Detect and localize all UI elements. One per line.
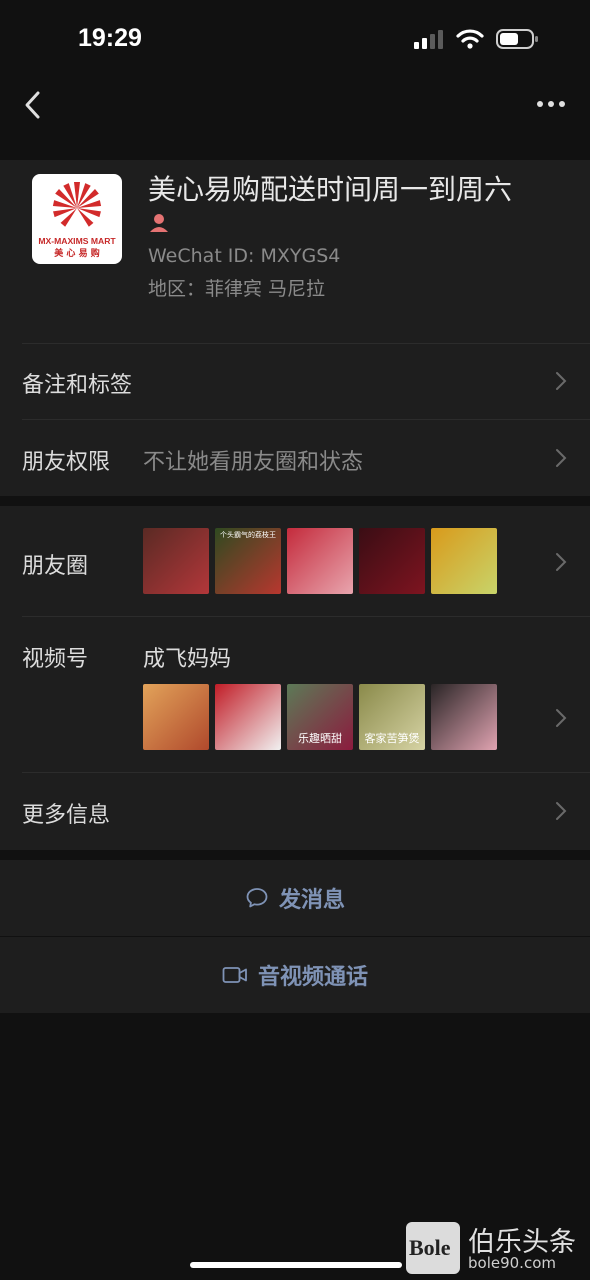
battery-icon — [496, 29, 538, 49]
thumbnail[interactable] — [287, 528, 353, 594]
more-info-row[interactable]: 更多信息 — [0, 773, 590, 850]
thumbnail[interactable] — [143, 528, 209, 594]
chevron-right-icon — [556, 449, 567, 467]
wifi-icon — [456, 29, 484, 49]
cellular-signal-icon — [414, 30, 443, 49]
remarks-tags-label: 备注和标签 — [22, 373, 133, 398]
settings-section: 备注和标签 朋友权限 不让她看朋友圈和状态 — [0, 343, 590, 496]
chevron-right-icon — [556, 709, 567, 727]
chevron-right-icon — [556, 372, 567, 390]
friend-privacy-row[interactable]: 朋友权限 不让她看朋友圈和状态 — [0, 420, 590, 496]
thumbnail[interactable]: 个头霸气的荔枝王 — [215, 528, 281, 594]
region: 地区：菲律宾 马尼拉 — [148, 278, 326, 300]
status-time: 19:29 — [78, 24, 142, 52]
thumbnail[interactable] — [359, 528, 425, 594]
thumbnail[interactable] — [431, 528, 497, 594]
channels-thumbnails: 乐趣晒甜 客家苦笋煲 — [143, 684, 497, 750]
thumbnail[interactable]: 乐趣晒甜 — [287, 684, 353, 750]
remarks-tags-row[interactable]: 备注和标签 — [0, 343, 590, 419]
wechat-id: WeChat ID: MXYGS4 — [148, 245, 341, 267]
navigation-bar — [0, 80, 590, 130]
watermark: Bole 伯乐头条 bole90.com — [406, 1220, 584, 1276]
channels-row[interactable]: 视频号 成飞妈妈 乐趣晒甜 客家苦笋煲 — [0, 617, 590, 772]
home-indicator[interactable] — [190, 1262, 402, 1268]
video-call-label: 音视频通话 — [257, 965, 368, 990]
avatar-logo-subtext: 美 心 易 购 — [54, 247, 99, 259]
profile-name: 美心易购配送时间周一到周六 — [148, 173, 513, 206]
channels-label: 视频号 — [22, 647, 89, 672]
thumbnail[interactable] — [215, 684, 281, 750]
avatar[interactable]: MX-MAXIMS MART 美 心 易 购 — [32, 174, 122, 264]
video-camera-icon — [222, 967, 247, 983]
content-section: 朋友圈 个头霸气的荔枝王 视频号 成飞妈妈 乐趣晒甜 客家苦笋煲 更多信息 — [0, 506, 590, 850]
logo-starburst-icon: MX-MAXIMS MART 美 心 易 购 — [38, 182, 116, 259]
watermark-logo-text: Bole — [409, 1235, 451, 1260]
channels-name: 成飞妈妈 — [143, 647, 232, 672]
send-message-button[interactable]: 发消息 — [0, 860, 590, 936]
back-icon[interactable] — [18, 88, 48, 122]
friend-privacy-label: 朋友权限 — [22, 450, 111, 475]
thumbnail-caption: 个头霸气的荔枝王 — [220, 531, 276, 539]
video-call-button[interactable]: 音视频通话 — [0, 937, 590, 1013]
watermark-domain: bole90.com — [468, 1254, 556, 1272]
more-icon[interactable] — [536, 94, 566, 114]
send-message-label: 发消息 — [278, 888, 345, 913]
more-info-label: 更多信息 — [22, 803, 111, 828]
thumbnail[interactable] — [431, 684, 497, 750]
chevron-right-icon — [556, 802, 567, 820]
profile-header: MX-MAXIMS MART 美 心 易 购 美心易购配送时间周一到周六 WeC… — [0, 160, 590, 343]
moments-row[interactable]: 朋友圈 个头霸气的荔枝王 — [0, 506, 590, 616]
thumbnail[interactable] — [143, 684, 209, 750]
status-icons — [414, 28, 540, 50]
thumbnail-caption: 乐趣晒甜 — [298, 732, 342, 745]
call-section: 音视频通话 — [0, 937, 590, 1013]
user-icon — [150, 214, 168, 232]
chevron-right-icon — [556, 553, 567, 571]
status-bar: 19:29 — [0, 0, 590, 80]
moments-thumbnails: 个头霸气的荔枝王 — [143, 528, 497, 594]
thumbnail-caption: 客家苦笋煲 — [364, 732, 420, 745]
friend-privacy-value: 不让她看朋友圈和状态 — [143, 450, 364, 475]
moments-label: 朋友圈 — [22, 554, 89, 579]
chat-bubble-icon — [246, 888, 268, 908]
avatar-logo-text: MX-MAXIMS MART — [38, 236, 116, 246]
message-section: 发消息 — [0, 860, 590, 936]
thumbnail[interactable]: 客家苦笋煲 — [359, 684, 425, 750]
